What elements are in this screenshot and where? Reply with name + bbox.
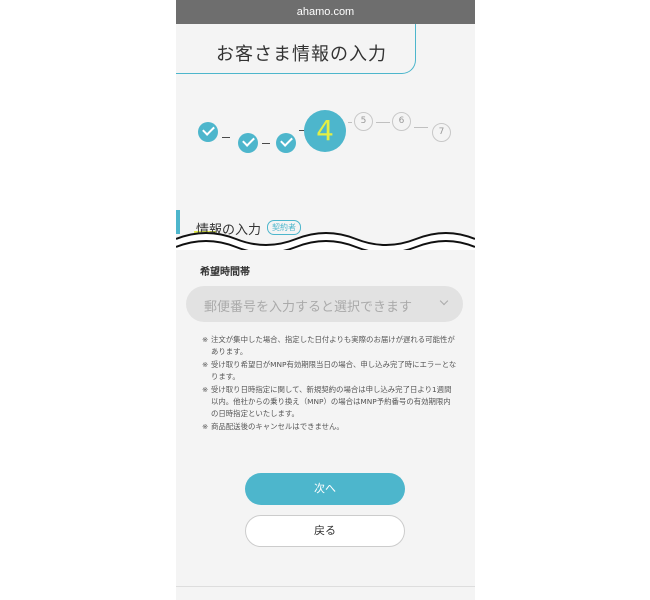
chevron-down-icon bbox=[439, 296, 449, 306]
check-icon bbox=[202, 123, 215, 136]
note-mark: ※ bbox=[202, 335, 209, 344]
note-mark: ※ bbox=[202, 384, 209, 394]
note-item: ※ 注文が集中した場合、指定した日付よりも実際のお届けが遅れる可能性があります。 bbox=[202, 334, 457, 359]
step-current: 4 bbox=[304, 110, 346, 152]
time-slot-label: 希望時間帯 bbox=[200, 267, 250, 278]
note-item: ※ 商品配送後のキャンセルはできません。 bbox=[202, 421, 457, 433]
step-7: 7 bbox=[432, 123, 451, 142]
step-connector bbox=[414, 127, 428, 128]
note-text: 注文が集中した場合、指定した日付よりも実際のお届けが遅れる可能性があります。 bbox=[211, 335, 455, 357]
step-connector bbox=[348, 122, 352, 123]
step-connector bbox=[222, 137, 230, 138]
next-button[interactable]: 次へ bbox=[245, 473, 405, 505]
note-text: 受け取り希望日がMNP有効期限当日の場合、申し込み完了時にエラーとなります。 bbox=[211, 359, 457, 382]
step-5: 5 bbox=[354, 112, 373, 131]
step-connector bbox=[262, 143, 270, 144]
notes-list: ※ 注文が集中した場合、指定した日付よりも実際のお届けが遅れる可能性があります。 … bbox=[202, 334, 457, 433]
back-button[interactable]: 戻る bbox=[245, 515, 405, 547]
step-1-complete bbox=[198, 122, 218, 142]
note-mark: ※ bbox=[202, 421, 209, 431]
note-mark: ※ bbox=[202, 359, 209, 369]
time-slot-select[interactable]: 郵便番号を入力すると選択できます bbox=[186, 286, 463, 322]
bottom-divider bbox=[176, 586, 475, 587]
note-text: 受け取り日時指定に関して、新規契約の場合は申し込み完了日より1週間以内。他社から… bbox=[211, 384, 452, 419]
step-2-complete bbox=[238, 133, 258, 153]
check-icon bbox=[280, 134, 293, 147]
step-connector bbox=[376, 122, 390, 123]
note-text: 商品配送後のキャンセルはできません。 bbox=[211, 421, 344, 431]
step-6: 6 bbox=[392, 112, 411, 131]
note-item: ※ 受け取り日時指定に関して、新規契約の場合は申し込み完了日より1週間以内。他社か… bbox=[202, 384, 457, 421]
step-3-complete bbox=[276, 133, 296, 153]
note-item: ※ 受け取り希望日がMNP有効期限当日の場合、申し込み完了時にエラーとなります。 bbox=[202, 359, 457, 384]
url-bar[interactable]: ahamo.com bbox=[176, 0, 475, 24]
phone-screen: ahamo.com お客さま情報の入力 4 5 6 7 情報の入力 契約者 希望… bbox=[176, 0, 475, 600]
select-placeholder: 郵便番号を入力すると選択できます bbox=[204, 300, 413, 315]
page-title: お客さま情報の入力 bbox=[216, 44, 387, 65]
cut-separator bbox=[176, 232, 475, 256]
check-icon bbox=[242, 134, 255, 147]
